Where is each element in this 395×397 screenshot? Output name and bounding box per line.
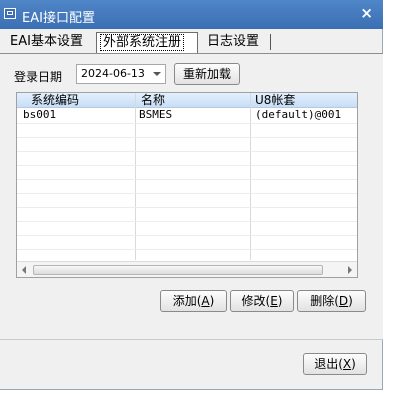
row-divider — [17, 137, 357, 138]
footer-divider — [0, 339, 383, 340]
row-divider — [17, 193, 357, 194]
delete-button[interactable]: 删除(D) — [297, 290, 366, 312]
row-divider — [17, 123, 357, 124]
row-divider — [17, 165, 357, 166]
window-icon — [4, 8, 16, 19]
paren: ) — [348, 294, 353, 308]
cell-system-code: bs001 — [23, 108, 57, 121]
paren: ) — [277, 294, 283, 308]
add-hotkey: A — [201, 294, 210, 308]
row-divider — [17, 151, 357, 152]
login-date-picker[interactable]: 2024-06-13 — [76, 64, 166, 84]
tab-strip: EAI基本设置 外部系统注册 日志设置 — [0, 30, 383, 54]
row-divider — [17, 221, 357, 222]
paren: ) — [351, 357, 356, 371]
scroll-thumb[interactable] — [33, 265, 323, 275]
title-bar: EAI接口配置 × — [0, 0, 383, 29]
column-header-name[interactable]: 名称 — [141, 93, 165, 107]
row-divider — [17, 249, 357, 250]
exit-button[interactable]: 退出(X) — [303, 353, 367, 375]
delete-hotkey: D — [338, 294, 349, 308]
exit-label: 退出( — [314, 357, 343, 371]
chevron-down-icon[interactable] — [153, 72, 161, 76]
tab-separator — [270, 34, 271, 50]
window-title: EAI接口配置 — [22, 11, 95, 26]
column-header-system-code[interactable]: 系统编码 — [31, 93, 79, 107]
tab-label: 外部系统注册 — [99, 34, 185, 51]
login-date-value: 2024-06-13 — [81, 67, 145, 80]
eai-config-dialog: EAI接口配置 × EAI基本设置 外部系统注册 日志设置 登录日期 2024-… — [0, 0, 383, 390]
login-date-label: 登录日期 — [14, 70, 63, 84]
scroll-left-icon[interactable] — [22, 266, 26, 274]
tab-panel: 登录日期 2024-06-13 重新加载 系统编码 名称 U8帐套 bs001 … — [0, 54, 383, 339]
tab-log-settings[interactable]: 日志设置 — [203, 32, 263, 52]
delete-label: 删除( — [310, 294, 339, 308]
horizontal-scrollbar[interactable] — [17, 261, 357, 277]
paren: ) — [209, 294, 215, 308]
tab-eai-basic-settings[interactable]: EAI基本设置 — [6, 32, 87, 52]
reload-button[interactable]: 重新加载 — [174, 63, 240, 85]
table-header: 系统编码 名称 U8帐套 — [17, 93, 357, 108]
row-divider — [17, 179, 357, 180]
scroll-right-icon[interactable] — [348, 266, 352, 274]
add-button[interactable]: 添加(A) — [160, 290, 227, 312]
column-header-u8-account[interactable]: U8帐套 — [255, 93, 295, 107]
external-systems-table[interactable]: 系统编码 名称 U8帐套 bs001 BSMES (default)@001 — [16, 92, 358, 278]
edit-hotkey: E — [270, 294, 278, 308]
edit-label: 修改( — [241, 294, 271, 308]
edit-button[interactable]: 修改(E) — [230, 290, 294, 312]
row-divider — [17, 235, 357, 236]
row-divider — [17, 207, 357, 208]
cell-name: BSMES — [139, 108, 173, 121]
add-label: 添加( — [172, 294, 202, 308]
tab-external-system-registration[interactable]: 外部系统注册 — [96, 32, 198, 54]
exit-hotkey: X — [342, 357, 352, 371]
close-icon[interactable]: × — [360, 4, 373, 22]
cell-u8-account: (default)@001 — [255, 108, 342, 121]
